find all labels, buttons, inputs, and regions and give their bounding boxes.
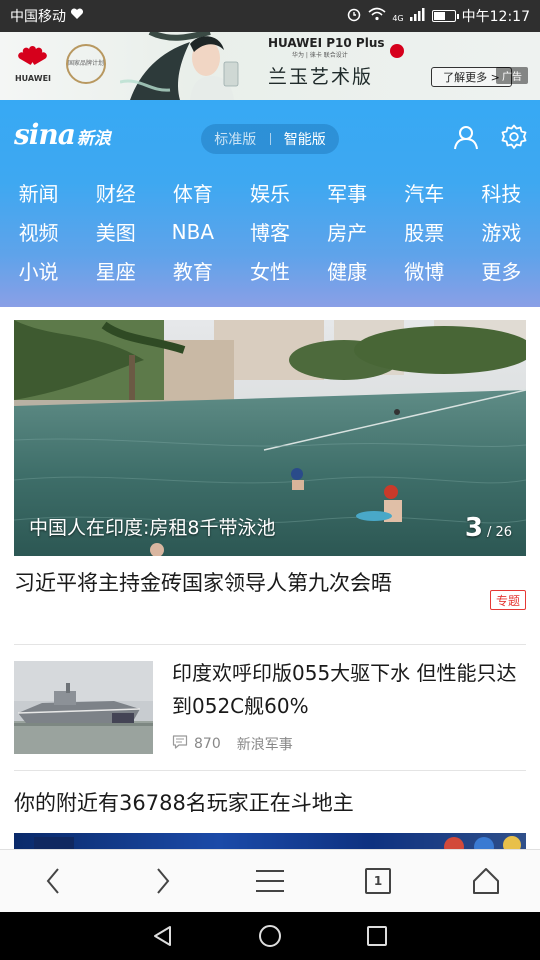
nav-horoscope[interactable]: 星座 — [77, 251, 154, 290]
channel-nav: 新闻 财经 体育 娱乐 军事 汽车 科技 视频 美图 NBA 博客 房产 股票 … — [0, 173, 540, 290]
alarm-icon — [346, 6, 362, 26]
sina-logo[interactable]: sina 新浪 — [14, 118, 111, 151]
nav-photos[interactable]: 美图 — [77, 212, 154, 251]
huawei-logo: HUAWEI — [14, 40, 52, 92]
forward-button[interactable] — [132, 856, 192, 906]
hamburger-icon — [256, 870, 284, 892]
nav-sports[interactable]: 体育 — [154, 173, 231, 212]
news-item[interactable]: 印度欢呼印版055大驱下水 但性能只达到052C舰60% 870 新浪军事 — [14, 661, 526, 754]
hero-counter: 3 / 26 — [465, 513, 512, 543]
hero-caption: 中国人在印度:房租8千带泳池 — [29, 517, 276, 539]
standard-mode-button[interactable]: 标准版 — [201, 129, 270, 149]
nav-education[interactable]: 教育 — [154, 251, 231, 290]
topic-badge: 专题 — [490, 590, 526, 610]
nav-stocks[interactable]: 股票 — [386, 212, 463, 251]
headline-link[interactable]: 习近平将主持金砖国家领导人第九次会晤 — [14, 566, 434, 600]
news-meta: 870 新浪军事 — [172, 734, 293, 754]
tab-count: 1 — [373, 874, 383, 888]
nav-nba[interactable]: NBA — [154, 212, 231, 251]
comment-icon — [172, 734, 188, 754]
nav-auto[interactable]: 汽车 — [386, 173, 463, 212]
ad-product-name: HUAWEI P10 Plus — [268, 36, 385, 50]
news-thumbnail — [14, 661, 153, 754]
brand-seal: 国家品牌计划 — [66, 44, 106, 84]
nav-blog[interactable]: 博客 — [231, 212, 308, 251]
ad-brand: HUAWEI — [14, 74, 52, 83]
ad-label: 广告 — [496, 67, 528, 84]
divider — [14, 644, 526, 645]
network-type: 4G — [392, 14, 404, 23]
gear-icon[interactable] — [501, 124, 527, 150]
logo-word: sina — [14, 118, 76, 151]
ad-slogan: 兰玉艺术版 — [268, 66, 374, 88]
back-button[interactable] — [24, 856, 84, 906]
nav-tech[interactable]: 科技 — [463, 173, 540, 212]
system-home-button[interactable] — [250, 916, 290, 956]
version-toggle: 标准版 智能版 — [201, 124, 339, 154]
triangle-back-icon — [154, 926, 172, 946]
chevron-left-icon — [46, 868, 59, 894]
nav-weibo[interactable]: 微博 — [386, 251, 463, 290]
status-bar: 中国移动 4G 中午12:17 — [0, 0, 540, 32]
ad-model-image — [119, 32, 260, 100]
ad-product-sub: 华为 | 徕卡 联合设计 — [292, 52, 348, 59]
news-title: 印度欢呼印版055大驱下水 但性能只达到052C舰60% — [172, 661, 517, 718]
clock: 中午12:17 — [461, 9, 530, 25]
square-recents-icon — [366, 926, 387, 946]
circle-home-icon — [258, 925, 281, 947]
nav-games[interactable]: 游戏 — [463, 212, 540, 251]
system-nav-bar — [0, 912, 540, 960]
nav-novels[interactable]: 小说 — [0, 251, 77, 290]
nav-women[interactable]: 女性 — [231, 251, 308, 290]
news-source: 新浪军事 — [236, 737, 293, 753]
heart-icon — [70, 8, 84, 24]
browser-toolbar: 1 — [0, 849, 540, 912]
home-button[interactable] — [456, 856, 516, 906]
leica-icon — [390, 44, 404, 58]
logo-cn: 新浪 — [76, 129, 111, 149]
tabs-button[interactable]: 1 — [348, 856, 408, 906]
nav-news[interactable]: 新闻 — [0, 173, 77, 212]
sina-header: sina 新浪 标准版 智能版 新闻 财经 体育 娱乐 军事 汽车 科技 视频 … — [0, 100, 540, 307]
tabs-icon: 1 — [365, 868, 391, 894]
hero-current-index: 3 — [464, 513, 483, 543]
ad-banner[interactable]: HUAWEI 国家品牌计划 HUAWEI P10 Plus 华为 | 徕卡 联合… — [0, 32, 540, 100]
wifi-icon — [368, 7, 386, 25]
signal-icon — [409, 7, 426, 25]
system-back-button[interactable] — [143, 916, 183, 956]
nav-finance[interactable]: 财经 — [77, 173, 154, 212]
chevron-right-icon — [157, 868, 170, 894]
hero-slideshow[interactable]: 中国人在印度:房租8千带泳池 3 / 26 — [14, 320, 526, 556]
nav-video[interactable]: 视频 — [0, 212, 77, 251]
nav-entertainment[interactable]: 娱乐 — [231, 173, 308, 212]
user-icon[interactable] — [453, 124, 479, 150]
hero-total: / 26 — [486, 525, 512, 540]
nav-realestate[interactable]: 房产 — [309, 212, 386, 251]
smart-mode-button[interactable]: 智能版 — [271, 129, 340, 149]
comment-count: 870 — [194, 736, 221, 752]
menu-button[interactable] — [240, 856, 300, 906]
nav-military[interactable]: 军事 — [309, 173, 386, 212]
system-recents-button[interactable] — [357, 916, 397, 956]
carrier-label: 中国移动 — [10, 9, 66, 25]
home-icon — [473, 868, 499, 894]
nav-health[interactable]: 健康 — [309, 251, 386, 290]
promo-link[interactable]: 你的附近有36788名玩家正在斗地主 — [14, 787, 354, 817]
nav-more[interactable]: 更多 — [463, 251, 540, 290]
divider — [14, 770, 526, 771]
battery-icon — [431, 10, 459, 22]
